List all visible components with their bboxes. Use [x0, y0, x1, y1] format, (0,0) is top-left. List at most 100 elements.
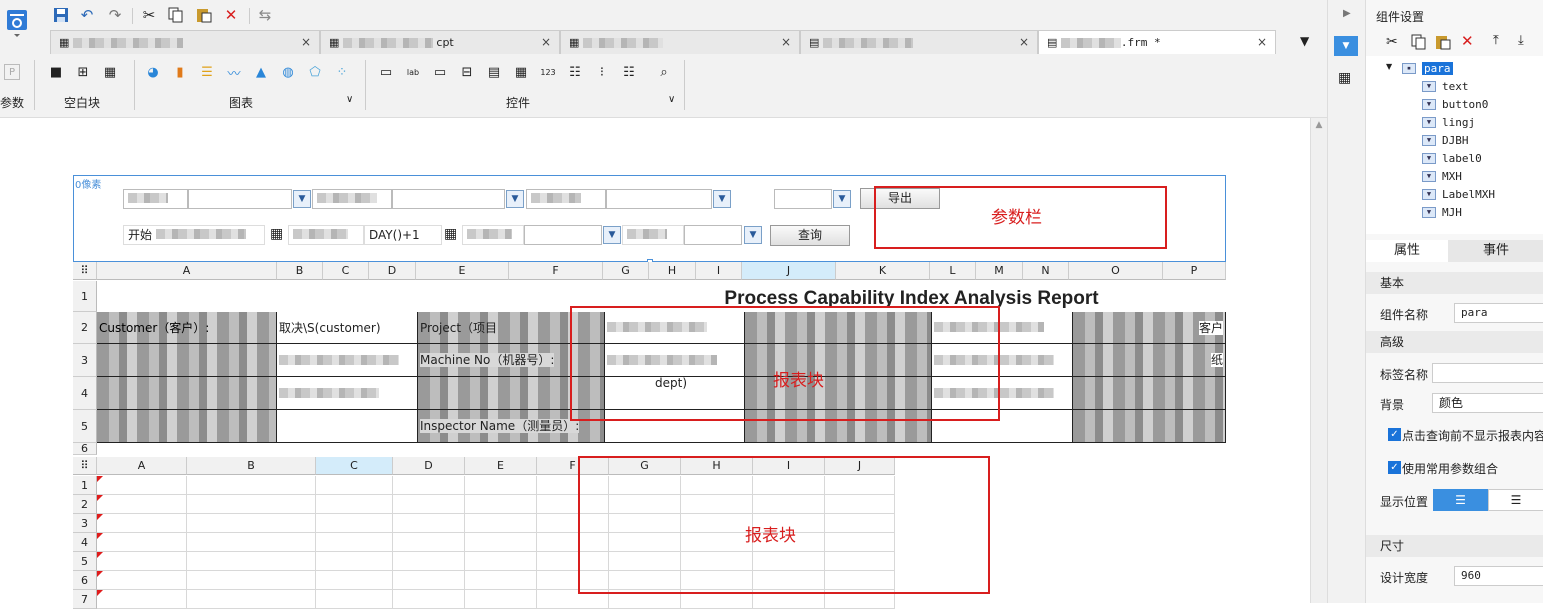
pie-chart-icon[interactable]: ◕: [145, 64, 161, 80]
tab-events[interactable]: 事件: [1448, 240, 1543, 262]
grid-cell[interactable]: [316, 552, 393, 571]
align-left-icon[interactable]: ☰: [1433, 489, 1488, 511]
grid-cell[interactable]: [465, 590, 537, 609]
row-header[interactable]: 1: [73, 476, 97, 495]
collapse-arrow-icon[interactable]: ▶: [1343, 8, 1351, 19]
delete-icon[interactable]: ✕: [222, 6, 240, 24]
tree-item[interactable]: ▼ text: [1422, 78, 1469, 94]
gauge-chart-icon[interactable]: ◍: [280, 64, 296, 80]
checkbox-group-icon[interactable]: ☷: [621, 64, 637, 80]
param-field-2[interactable]: [312, 189, 392, 209]
grid-cell[interactable]: [97, 590, 187, 609]
param-field-5[interactable]: [462, 225, 524, 245]
cell-r4-b[interactable]: [277, 377, 418, 410]
param-p-icon[interactable]: P: [4, 64, 20, 80]
move-bottom-icon[interactable]: ⤓: [1518, 33, 1524, 48]
grid-cell[interactable]: [97, 571, 187, 590]
panel-copy-icon[interactable]: [1411, 34, 1427, 53]
tree-control-icon[interactable]: ▤: [486, 64, 502, 80]
panel-delete-icon[interactable]: ✕: [1461, 32, 1474, 50]
grid-cell[interactable]: [393, 552, 465, 571]
dropdown-arrow-icon[interactable]: ▼: [713, 190, 731, 208]
report-block-1[interactable]: ⠿ ABCDEFGHIJKLMNOP 123456 Process Capabi…: [73, 262, 1226, 455]
column-header[interactable]: F: [509, 262, 603, 280]
area-chart-icon[interactable]: ▲: [253, 64, 269, 80]
cell-r3-a[interactable]: [97, 344, 277, 377]
radio-group-icon[interactable]: ⁝: [594, 64, 610, 80]
close-tab-icon[interactable]: ×: [781, 35, 791, 49]
grid-cell[interactable]: [393, 514, 465, 533]
grid-cell[interactable]: [316, 476, 393, 495]
tree-item[interactable]: ▼ lingj: [1422, 114, 1475, 130]
tree-item[interactable]: ▼ MJH: [1422, 204, 1462, 220]
cell-r5-a[interactable]: [97, 410, 277, 443]
grid-cell[interactable]: [187, 533, 316, 552]
grid-block-icon[interactable]: ▦: [102, 64, 118, 80]
row-header[interactable]: 2: [73, 312, 97, 344]
column-header[interactable]: P: [1163, 262, 1226, 280]
column-header[interactable]: B: [187, 457, 316, 475]
param-field-end[interactable]: [288, 225, 364, 245]
grid-cell[interactable]: [465, 552, 537, 571]
query-button[interactable]: 查询: [770, 225, 850, 246]
line-chart-icon[interactable]: 〰: [226, 64, 242, 82]
radar-chart-icon[interactable]: ⬠: [307, 64, 323, 80]
checkbox-common-params[interactable]: ✓: [1388, 461, 1401, 474]
dropdown-arrow-icon[interactable]: ▼: [833, 190, 851, 208]
vertical-scrollbar[interactable]: ▲: [1310, 118, 1327, 603]
swap-icon[interactable]: ⇆: [256, 6, 274, 24]
grid-cell[interactable]: [187, 476, 316, 495]
grid-cell[interactable]: [316, 571, 393, 590]
cell-r4-a[interactable]: [97, 377, 277, 410]
column-header[interactable]: E: [465, 457, 537, 475]
grid-cell[interactable]: [316, 495, 393, 514]
today-formula-field[interactable]: DAY()+1: [364, 225, 442, 245]
grid-cell[interactable]: [316, 533, 393, 552]
column-header[interactable]: D: [393, 457, 465, 475]
combobox-control-icon[interactable]: ⊟: [459, 64, 475, 80]
grid-cell[interactable]: [316, 590, 393, 609]
panel-cut-icon[interactable]: ✂: [1386, 34, 1398, 50]
copy-icon[interactable]: [167, 6, 185, 24]
tree-item[interactable]: ▼ button0: [1422, 96, 1488, 112]
cell-r4-o[interactable]: [1073, 377, 1226, 410]
block-icon[interactable]: ■: [48, 64, 64, 80]
param-input-4[interactable]: [774, 189, 832, 209]
cut-icon[interactable]: ✂: [140, 6, 158, 24]
component-settings-icon[interactable]: ▼: [1334, 36, 1358, 56]
layout-icon[interactable]: ▦: [1338, 70, 1351, 86]
grid-cell[interactable]: [187, 552, 316, 571]
row-header[interactable]: 5: [73, 552, 97, 571]
param-field-6[interactable]: [622, 225, 684, 245]
close-tab-icon[interactable]: ×: [1257, 35, 1267, 49]
corner-handle[interactable]: ⠿: [73, 262, 97, 280]
panel-paste-icon[interactable]: [1435, 34, 1451, 53]
split-block-icon[interactable]: ⊞: [75, 64, 91, 80]
column-header[interactable]: I: [696, 262, 742, 280]
column-header[interactable]: O: [1069, 262, 1163, 280]
tab-report-3[interactable]: ▦ ×: [560, 30, 800, 54]
column-header[interactable]: L: [930, 262, 976, 280]
tree-root[interactable]: ▪ para: [1402, 60, 1453, 76]
param-input-1[interactable]: [188, 189, 292, 209]
grid-cell[interactable]: [97, 476, 187, 495]
row-header[interactable]: 4: [73, 533, 97, 552]
column-header[interactable]: C: [323, 262, 369, 280]
grid-cell[interactable]: [97, 533, 187, 552]
textbox-control-icon[interactable]: ▭: [378, 64, 394, 80]
column-header[interactable]: E: [416, 262, 509, 280]
cell-r2-o[interactable]: 客户: [1073, 312, 1226, 344]
grid-cell[interactable]: [393, 590, 465, 609]
dropdown-arrow-icon[interactable]: ▼: [293, 190, 311, 208]
hbar-chart-icon[interactable]: ☰: [199, 64, 215, 80]
param-input-6[interactable]: [684, 225, 742, 245]
row-header[interactable]: 7: [73, 590, 97, 609]
grid-cell[interactable]: [393, 476, 465, 495]
tab-list-dropdown-icon[interactable]: ▼: [1300, 34, 1309, 48]
number-control-icon[interactable]: 123: [540, 64, 556, 80]
calendar-icon[interactable]: ▦: [444, 226, 457, 242]
search-control-icon[interactable]: ⌕: [656, 64, 672, 80]
dropdown-arrow-icon[interactable]: ▼: [506, 190, 524, 208]
paste-icon[interactable]: [195, 6, 213, 24]
param-input-5[interactable]: [524, 225, 602, 245]
